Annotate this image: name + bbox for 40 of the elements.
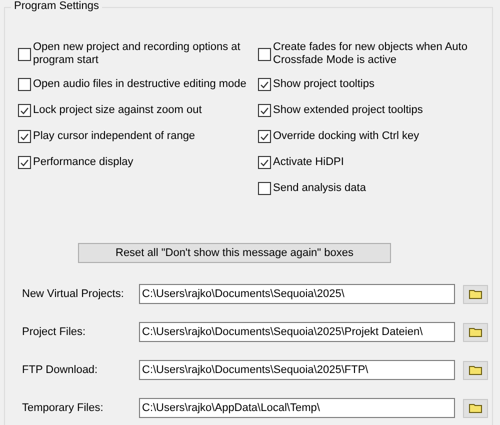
checkbox[interactable] xyxy=(18,130,31,143)
checkbox-label: Open new project and recording options at program start xyxy=(33,41,242,67)
checkbox[interactable] xyxy=(258,130,271,143)
checkbox-label: Open audio files in destructive editing mode xyxy=(33,78,246,91)
group-title: Program Settings xyxy=(11,0,102,12)
path-label: FTP Download: xyxy=(21,364,99,376)
checkbox[interactable] xyxy=(258,104,271,117)
path-field[interactable]: C:\Users\rajko\Documents\Sequoia\2025\ xyxy=(139,284,455,304)
folder-icon xyxy=(469,327,482,337)
path-field[interactable]: C:\Users\rajko\AppData\Local\Temp\ xyxy=(139,398,455,418)
checkbox-label: Play cursor independent of range xyxy=(33,130,196,143)
checkbox-label: Lock project size against zoom out xyxy=(33,104,202,117)
browse-button[interactable] xyxy=(463,284,488,304)
checkbox[interactable] xyxy=(258,156,271,169)
folder-icon xyxy=(469,403,482,413)
checkbox-label: Create fades for new objects when Auto Crossfade Mode is active xyxy=(273,41,468,67)
checkbox[interactable] xyxy=(18,156,31,169)
checkbox-label: Override docking with Ctrl key xyxy=(273,130,420,143)
folder-icon xyxy=(469,365,482,375)
checkbox-label: Send analysis data xyxy=(273,182,366,195)
reset-button[interactable]: Reset all "Don't show this message again" boxes xyxy=(78,243,391,263)
path-field[interactable]: C:\Users\rajko\Documents\Sequoia\2025\Projekt Dateien\ xyxy=(139,322,455,342)
path-label: Project Files: xyxy=(21,326,87,338)
checkbox-label: Performance display xyxy=(33,156,134,169)
path-label: New Virtual Projects: xyxy=(21,288,125,300)
path-label: Temporary Files: xyxy=(21,402,104,414)
browse-button[interactable] xyxy=(463,360,488,380)
path-field[interactable]: C:\Users\rajko\Documents\Sequoia\2025\FTP\ xyxy=(139,360,455,380)
checkbox-label: Show extended project tooltips xyxy=(273,104,423,117)
browse-button[interactable] xyxy=(463,398,488,418)
folder-icon xyxy=(469,289,482,299)
checkbox[interactable] xyxy=(258,78,271,91)
checkbox[interactable] xyxy=(18,104,31,117)
checkbox[interactable] xyxy=(258,182,271,195)
checkbox-label: Activate HiDPI xyxy=(273,156,344,169)
checkbox[interactable] xyxy=(18,48,31,60)
browse-button[interactable] xyxy=(463,322,488,342)
checkbox-label: Show project tooltips xyxy=(273,78,374,91)
checkbox[interactable] xyxy=(258,48,271,60)
checkbox[interactable] xyxy=(18,78,31,91)
